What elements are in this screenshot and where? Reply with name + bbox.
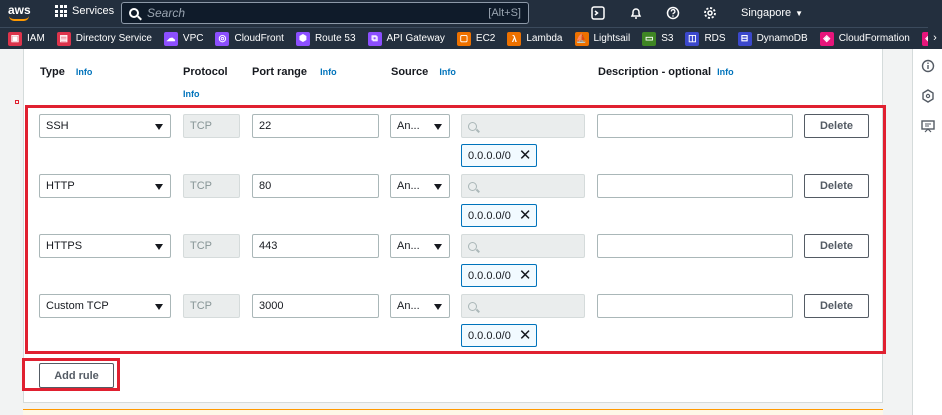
warning-alert-strip bbox=[23, 409, 883, 415]
favorite-label: DynamoDB bbox=[756, 33, 808, 44]
cloudformation-icon: ◈ bbox=[819, 31, 834, 46]
description-info-link[interactable]: Info bbox=[717, 67, 734, 77]
favorites-bar: ▣ IAM ▤ Directory Service ☁ VPC ◎ CloudFront ⬢ Ro… bbox=[0, 27, 942, 49]
favorite-label: Route 53 bbox=[314, 33, 356, 44]
ec2-icon: ▢ bbox=[456, 31, 471, 46]
source-info-link[interactable]: Info bbox=[439, 67, 456, 77]
global-search-box[interactable]: [Alt+S] bbox=[121, 2, 529, 24]
favorite-api-gateway[interactable]: ⧉ API Gateway bbox=[360, 28, 449, 49]
search-input[interactable] bbox=[147, 6, 489, 20]
notifications-bell-icon[interactable] bbox=[628, 5, 644, 21]
source-header: Source Info bbox=[391, 66, 456, 78]
region-label: Singapore bbox=[741, 7, 792, 19]
search-icon bbox=[129, 8, 139, 18]
s3-icon: ▭ bbox=[642, 31, 657, 46]
lambda-icon: λ bbox=[507, 31, 522, 46]
favorite-label: S3 bbox=[661, 33, 674, 44]
dynamodb-icon: ⊟ bbox=[737, 31, 752, 46]
favorite-label: Directory Service bbox=[75, 33, 152, 44]
favorite-lambda[interactable]: λ Lambda bbox=[499, 28, 566, 49]
favorite-label: Lightsail bbox=[593, 33, 631, 44]
favorite-vpc[interactable]: ☁ VPC bbox=[156, 28, 208, 49]
protocol-info-link[interactable]: Info bbox=[183, 89, 200, 99]
favorite-label: IAM bbox=[27, 33, 45, 44]
favorite-label: CloudFormation bbox=[838, 33, 910, 44]
help-icon[interactable] bbox=[665, 5, 681, 21]
description-header: Description - optional Info bbox=[598, 66, 734, 78]
favorite-label: Lambda bbox=[526, 33, 563, 44]
protocol-header: Protocol bbox=[183, 66, 228, 78]
caret-down-icon: ▼ bbox=[795, 9, 804, 18]
type-header: Type Info bbox=[40, 66, 93, 78]
favorite-lightsail[interactable]: ⛵ Lightsail bbox=[567, 28, 635, 49]
favorite-label: RDS bbox=[704, 33, 726, 44]
favorite-directory-service[interactable]: ▤ Directory Service bbox=[49, 28, 156, 49]
favorite-route53[interactable]: ⬢ Route 53 bbox=[288, 28, 360, 49]
lightsail-icon: ⛵ bbox=[574, 31, 589, 46]
annotation-marker bbox=[15, 100, 19, 104]
favorite-dynamodb[interactable]: ⊟ DynamoDB bbox=[730, 28, 812, 49]
cloudfront-icon: ◎ bbox=[215, 31, 230, 46]
grid-icon bbox=[55, 5, 67, 17]
info-panel-icon[interactable] bbox=[921, 59, 935, 73]
add-rule-highlight-box bbox=[22, 358, 120, 391]
directory-service-icon: ▤ bbox=[56, 31, 71, 46]
rules-highlight-box bbox=[25, 105, 886, 354]
favorite-label: VPC bbox=[182, 33, 204, 44]
aws-logo[interactable]: aws bbox=[8, 3, 32, 23]
services-menu-button[interactable]: Services bbox=[55, 5, 114, 17]
favorite-label: EC2 bbox=[475, 33, 496, 44]
top-navigation-bar: aws Services [Alt+S] Singapore▼ bbox=[0, 0, 942, 27]
favorites-scroll-right-icon[interactable]: › bbox=[928, 27, 942, 49]
port-range-info-link[interactable]: Info bbox=[320, 67, 337, 77]
settings-gear-icon[interactable] bbox=[702, 5, 718, 21]
search-shortcut-hint: [Alt+S] bbox=[488, 7, 521, 19]
services-label: Services bbox=[72, 5, 115, 17]
favorite-label: CloudFront bbox=[234, 33, 284, 44]
vpc-icon: ☁ bbox=[163, 31, 178, 46]
favorite-cloudformation[interactable]: ◈ CloudFormation bbox=[812, 28, 914, 49]
favorite-label: API Gateway bbox=[386, 33, 445, 44]
route53-icon: ⬢ bbox=[295, 31, 310, 46]
favorite-s3[interactable]: ▭ S3 bbox=[634, 28, 677, 49]
cloudshell-icon[interactable] bbox=[590, 5, 606, 21]
favorite-cloudfront[interactable]: ◎ CloudFront bbox=[207, 28, 287, 49]
tutorial-panel-icon[interactable] bbox=[921, 119, 935, 133]
favorite-iam[interactable]: ▣ IAM bbox=[0, 28, 49, 49]
iam-icon: ▣ bbox=[8, 31, 22, 46]
feedback-hexagon-icon[interactable] bbox=[921, 89, 935, 103]
api-gateway-icon: ⧉ bbox=[367, 31, 382, 46]
right-utility-rail bbox=[912, 49, 942, 415]
rds-icon: ◫ bbox=[685, 31, 700, 46]
type-info-link[interactable]: Info bbox=[76, 67, 93, 77]
favorite-rds[interactable]: ◫ RDS bbox=[677, 28, 729, 49]
port-range-header: Port range Info bbox=[252, 66, 337, 78]
region-selector[interactable]: Singapore ▼ bbox=[741, 7, 803, 19]
favorite-ec2[interactable]: ▢ EC2 bbox=[449, 28, 499, 49]
